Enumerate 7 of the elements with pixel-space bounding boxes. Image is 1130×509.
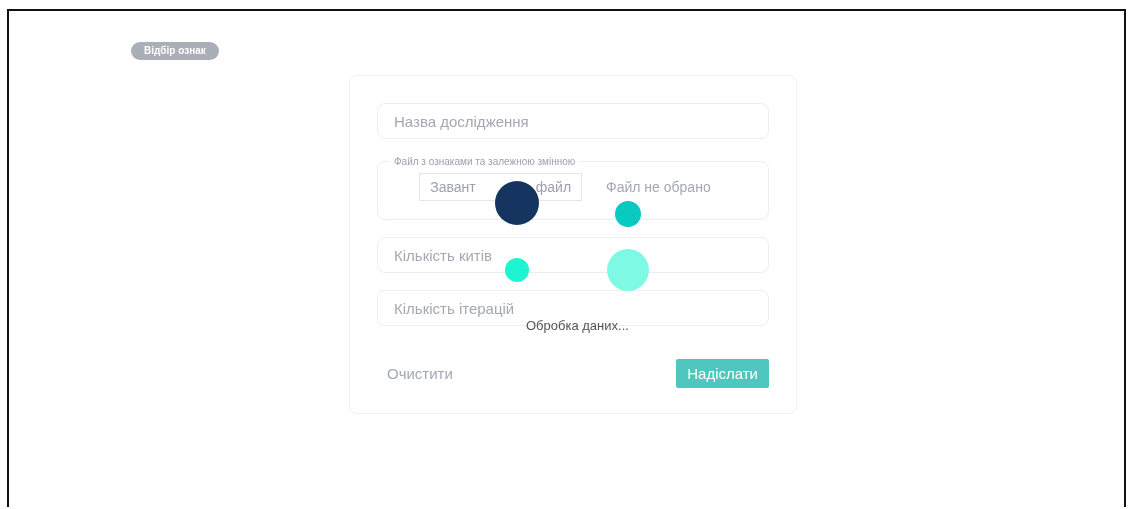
submit-button[interactable]: Надіслати — [676, 359, 769, 388]
clear-button[interactable]: Очистити — [377, 365, 463, 382]
tag-chip: Відбір ознак — [131, 42, 219, 60]
input-field[interactable]: Кількість китів — [377, 237, 769, 273]
fieldset-legend: Файл з ознаками та залежною змінною — [390, 156, 580, 167]
file-status: Файл не обрано — [606, 179, 711, 195]
input-field[interactable]: Назва дослідження — [377, 103, 769, 139]
